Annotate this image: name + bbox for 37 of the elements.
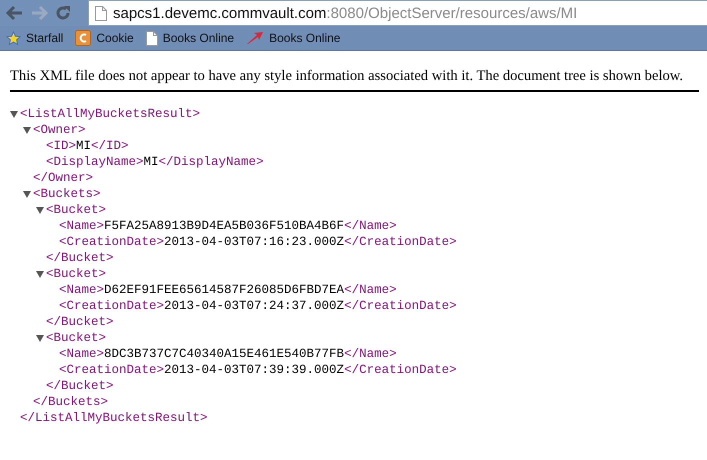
page-icon xyxy=(95,6,107,20)
xml-tag: </Bucket> xyxy=(46,315,114,329)
expand-toggle-icon[interactable] xyxy=(36,270,44,278)
bookmark[interactable]: Books Online xyxy=(146,30,234,46)
xml-tag: <Buckets> xyxy=(33,187,101,201)
xml-tag: </ListAllMyBucketsResult> xyxy=(20,411,208,425)
address-bar[interactable]: sapcs1.devemc.commvault.com:8080/ObjectServer/resources/aws/MI xyxy=(88,0,707,26)
expand-toggle-icon[interactable] xyxy=(23,190,31,198)
xml-line: <CreationDate>2013-04-03T07:16:23.000Z</CreationDate> xyxy=(59,235,457,249)
xml-line: <CreationDate>2013-04-03T07:39:39.000Z</CreationDate> xyxy=(59,363,457,377)
expand-toggle-icon[interactable] xyxy=(36,206,44,214)
page-icon xyxy=(146,30,158,46)
xml-line: <Name>D62EF91FEE65614587F26085D6FBD7EA</Name> xyxy=(59,283,397,297)
expand-toggle-icon[interactable] xyxy=(10,110,18,118)
xml-tag: </Buckets> xyxy=(33,395,108,409)
xml-tag: <Bucket> xyxy=(46,203,106,217)
xml-tag: </Owner> xyxy=(33,171,94,185)
expand-toggle-icon[interactable] xyxy=(23,126,31,134)
xml-tag: <Bucket> xyxy=(46,267,106,281)
bookmark[interactable]: Cookie xyxy=(75,30,134,46)
xml-line: <Name>F5FA25A8913B9D4EA5B036F510BA4B6F</Name> xyxy=(59,219,397,233)
bookmark[interactable]: Books Online xyxy=(246,31,340,45)
xml-tag: <Bucket> xyxy=(46,331,106,345)
xml-line: <ID>MI</ID> xyxy=(46,139,129,153)
xml-tag: </Bucket> xyxy=(46,251,114,265)
xml-line: <Name>8DC3B737C7C40340A15E461E540B77FB</Name> xyxy=(59,347,397,361)
arrow-icon xyxy=(246,31,264,45)
star-icon xyxy=(6,30,21,46)
xml-line: <DisplayName>MI</DisplayName> xyxy=(46,155,264,169)
xml-tag: <ListAllMyBucketsResult> xyxy=(20,107,200,121)
cookie-icon xyxy=(75,30,92,46)
expand-toggle-icon[interactable] xyxy=(36,334,44,342)
notice-text: This XML file does not appear to have any style information associated with it. The document tree is shown below. xyxy=(10,68,684,85)
xml-tag: </Bucket> xyxy=(46,379,114,393)
xml-line: <CreationDate>2013-04-03T07:24:37.000Z</CreationDate> xyxy=(59,299,457,313)
xml-tag: <Owner> xyxy=(33,123,86,137)
bookmark[interactable]: Starfall xyxy=(6,30,64,46)
